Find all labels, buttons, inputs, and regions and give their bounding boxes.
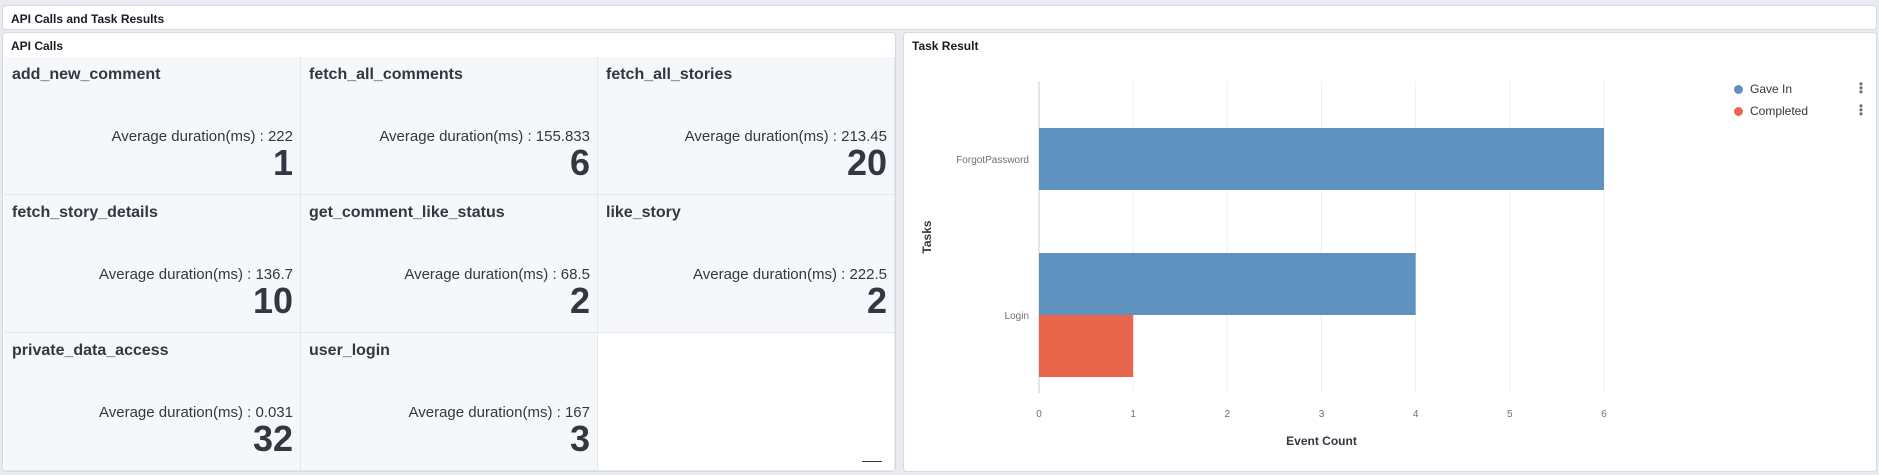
legend-item-gave-in[interactable]: Gave In • • • (1734, 78, 1864, 100)
metric-name: fetch_all_stories (606, 66, 733, 83)
metric-tile[interactable]: private_data_access Average duration(ms)… (4, 333, 301, 471)
empty-tile (598, 333, 895, 471)
legend-label: Completed (1750, 104, 1809, 118)
metric-count: 2 (866, 280, 887, 321)
dashboard-header: API Calls and Task Results (2, 5, 1877, 30)
metric-count: 10 (252, 280, 293, 321)
x-tick-label: 2 (1225, 409, 1231, 420)
api-calls-panel: API Calls add_new_comment Average durati… (2, 32, 896, 472)
metric-count: 32 (252, 418, 293, 459)
metric-count: 20 (846, 142, 887, 183)
legend-dot-icon (1734, 84, 1743, 94)
y-tick-label: Login (1005, 311, 1029, 322)
x-tick-label: 4 (1413, 409, 1419, 420)
metric-tile[interactable]: fetch_all_comments Average duration(ms) … (301, 57, 598, 195)
resize-handle[interactable] (862, 461, 882, 462)
metric-average: Average duration(ms) : 222 (111, 128, 294, 145)
metric-tile[interactable]: like_story Average duration(ms) : 222.5 … (598, 195, 895, 333)
legend-label: Gave In (1750, 82, 1793, 96)
chart-legend: Gave In • • • Completed • • • (1734, 78, 1864, 122)
metric-tile[interactable]: user_login Average duration(ms) : 167 3 (301, 333, 598, 471)
metric-count: 6 (569, 142, 590, 183)
metric-tile[interactable]: add_new_comment Average duration(ms) : 2… (4, 57, 301, 195)
metric-count: 2 (569, 280, 590, 321)
dashboard-title: API Calls and Task Results (11, 12, 165, 26)
more-options-icon[interactable]: • • • (1858, 78, 1864, 98)
metric-average: Average duration(ms) : 68.5 (404, 266, 590, 283)
more-options-icon[interactable]: • • • (1858, 100, 1864, 120)
metric-average: Average duration(ms) : 155.833 (379, 128, 590, 145)
bar (1039, 315, 1134, 377)
metric-average: Average duration(ms) : 222.5 (693, 266, 887, 283)
metric-tile[interactable]: fetch_story_details Average duration(ms)… (4, 195, 301, 333)
task-result-chart: 0 1 2 3 4 5 6 ForgotPassword Login Event Count Tas… (920, 81, 1607, 448)
x-tick-label: 3 (1319, 409, 1325, 420)
metric-name: get_comment_like_status (309, 204, 505, 221)
legend-dot-icon (1734, 106, 1743, 116)
metric-name: like_story (606, 204, 681, 221)
bar (1039, 128, 1604, 190)
x-tick-label: 5 (1507, 409, 1513, 420)
metric-count: 3 (569, 418, 590, 459)
api-calls-panel-title: API Calls (11, 39, 64, 53)
metric-name: user_login (309, 342, 390, 359)
x-axis-title: Event Count (1286, 434, 1357, 448)
metric-tile[interactable]: fetch_all_stories Average duration(ms) :… (598, 57, 895, 195)
y-tick-label: ForgotPassword (956, 155, 1029, 166)
metric-name: fetch_story_details (12, 204, 158, 221)
metric-count: 1 (272, 142, 293, 183)
metric-name: fetch_all_comments (309, 66, 463, 83)
bar (1039, 253, 1416, 315)
metric-name: add_new_comment (12, 66, 161, 83)
api-calls-grid: add_new_comment Average duration(ms) : 2… (4, 57, 895, 471)
metric-name: private_data_access (12, 342, 169, 359)
metric-average: Average duration(ms) : 167 (408, 404, 591, 421)
x-tick-label: 6 (1601, 409, 1607, 420)
task-result-panel: Task Result 0 1 2 3 4 5 6 ForgotPassword Login Ev… (903, 32, 1877, 472)
metric-tile[interactable]: get_comment_like_status Average duration… (301, 195, 598, 333)
legend-item-completed[interactable]: Completed • • • (1734, 100, 1864, 122)
x-tick-label: 0 (1036, 409, 1042, 420)
x-tick-label: 1 (1130, 409, 1136, 420)
y-axis-title: Tasks (920, 220, 934, 253)
